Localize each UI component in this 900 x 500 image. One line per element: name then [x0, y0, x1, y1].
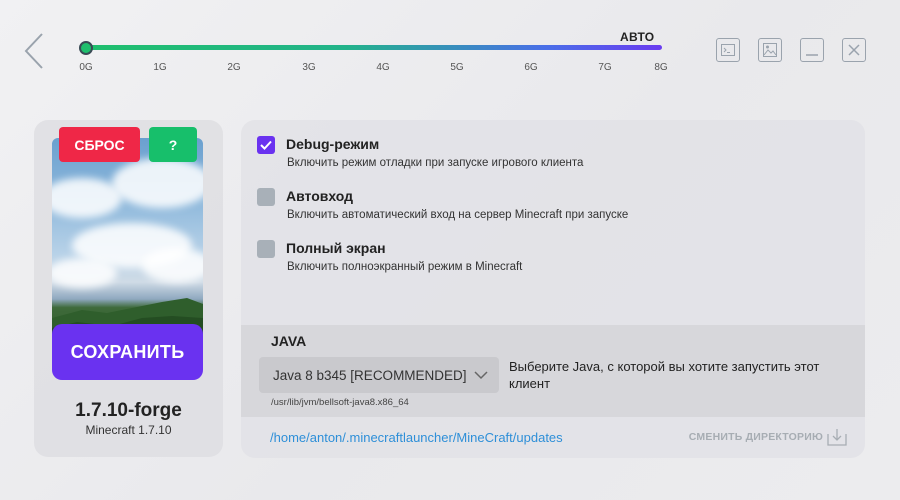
autologin-checkbox[interactable] — [257, 188, 275, 206]
option-title: Полный экран — [286, 240, 386, 256]
memory-tick: 0G — [79, 62, 93, 73]
memory-tick: 5G — [450, 62, 464, 73]
java-select[interactable]: Java 8 b345 [RECOMMENDED] — [259, 357, 499, 393]
memory-auto-label: АВТО — [620, 30, 655, 44]
close-button[interactable] — [842, 38, 866, 62]
memory-tick: 8G — [654, 62, 668, 73]
console-button[interactable] — [716, 38, 740, 62]
chevron-down-icon — [474, 371, 488, 380]
minimize-icon — [806, 54, 818, 56]
image-icon — [763, 43, 777, 57]
minecraft-version: Minecraft 1.7.10 — [85, 423, 172, 437]
memory-slider-track[interactable] — [86, 45, 662, 50]
memory-tick: 6G — [524, 62, 538, 73]
memory-tick: 3G — [302, 62, 316, 73]
memory-tick: 2G — [227, 62, 241, 73]
settings-panel: Debug-режим Включить режим отладки при з… — [241, 120, 865, 458]
java-path: /usr/lib/jvm/bellsoft-java8.x86_64 — [271, 397, 409, 408]
memory-slider-thumb[interactable] — [79, 41, 93, 55]
chevron-left-icon — [24, 33, 43, 69]
option-title: Автовход — [286, 188, 354, 204]
option-description: Включить режим отладки при запуске игров… — [287, 157, 584, 169]
download-folder-icon[interactable] — [827, 428, 847, 446]
profile-preview-image — [52, 138, 203, 350]
checkmark-icon — [260, 140, 272, 150]
memory-slider[interactable]: АВТО 0G 1G 2G 3G 4G 5G 6G 7G 8G — [78, 30, 668, 80]
java-selected-value: Java 8 b345 [RECOMMENDED] — [273, 367, 467, 383]
debug-checkbox[interactable] — [257, 136, 275, 154]
profile-card: СБРОС ? СОХРАНИТЬ 1.7.10-forge Minecraft… — [34, 120, 223, 457]
screenshot-button[interactable] — [758, 38, 782, 62]
change-directory-button[interactable]: СМЕНИТЬ ДИРЕКТОРИЮ — [689, 431, 823, 443]
java-section: JAVA Java 8 b345 [RECOMMENDED] Выберите … — [241, 325, 865, 417]
option-title: Debug-режим — [286, 136, 380, 152]
minimize-button[interactable] — [800, 38, 824, 62]
help-button[interactable]: ? — [149, 127, 197, 162]
fullscreen-checkbox[interactable] — [257, 240, 275, 258]
option-description: Включить автоматический вход на сервер M… — [287, 209, 629, 221]
directory-row: /home/anton/.minecraftlauncher/MineCraft… — [241, 417, 865, 458]
console-icon — [721, 44, 735, 56]
memory-tick: 7G — [598, 62, 612, 73]
back-button[interactable] — [20, 30, 50, 72]
save-button[interactable]: СОХРАНИТЬ — [52, 324, 203, 380]
memory-tick: 1G — [153, 62, 167, 73]
reset-button[interactable]: СБРОС — [59, 127, 140, 162]
close-icon — [848, 44, 860, 56]
java-hint: Выберите Java, с которой вы хотите запус… — [509, 359, 820, 391]
directory-path-link[interactable]: /home/anton/.minecraftlauncher/MineCraft… — [270, 430, 563, 445]
profile-version-title: 1.7.10-forge — [75, 400, 182, 421]
option-description: Включить полноэкранный режим в Minecraft — [287, 261, 523, 273]
settings-window: АВТО 0G 1G 2G 3G 4G 5G 6G 7G 8G СБРОС ? … — [0, 0, 900, 500]
java-label: JAVA — [271, 333, 307, 349]
memory-tick: 4G — [376, 62, 390, 73]
